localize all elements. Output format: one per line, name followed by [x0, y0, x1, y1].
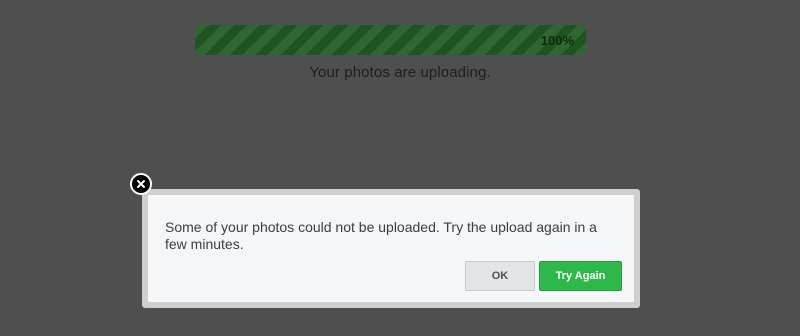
upload-progress-fill: [195, 25, 586, 55]
upload-progress-label: 100%: [540, 33, 574, 48]
upload-progress-bar: 100%: [195, 25, 586, 55]
upload-status-text: Your photos are uploading.: [309, 64, 491, 81]
close-dialog-button[interactable]: [130, 173, 152, 195]
try-again-button[interactable]: Try Again: [539, 261, 622, 291]
ok-button[interactable]: OK: [465, 261, 535, 291]
dialog-message: Some of your photos could not be uploade…: [165, 219, 597, 252]
dialog-body: Some of your photos could not be uploade…: [148, 195, 634, 302]
upload-error-dialog: Some of your photos could not be uploade…: [142, 189, 640, 308]
close-icon: [137, 180, 145, 188]
